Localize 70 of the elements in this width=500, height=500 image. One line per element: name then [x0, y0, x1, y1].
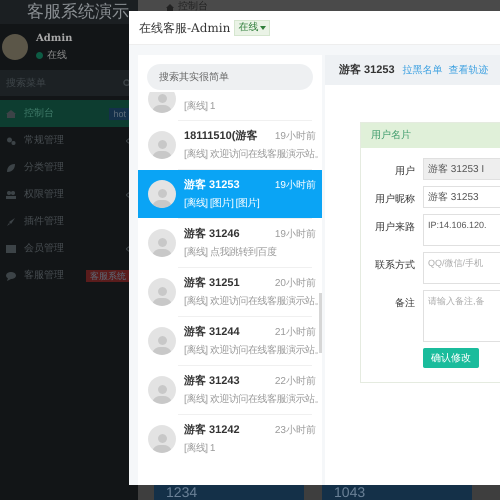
- app-title: 客服系统演示: [0, 0, 138, 24]
- detail-link[interactable]: 拉黑名单: [402, 62, 443, 78]
- visitor-name: 游客 31244: [184, 324, 240, 340]
- time-text: 19小时前: [274, 178, 316, 192]
- conversation-search-field[interactable]: 搜索其实很简单: [147, 64, 313, 90]
- gears-icon: [6, 136, 16, 146]
- scrollbar[interactable]: [319, 293, 322, 353]
- time-text: 19小时前: [274, 228, 316, 242]
- field-label: 备注: [394, 296, 415, 311]
- message-preview: [离线] 欢迎访问在线客服演示站。: [184, 148, 316, 162]
- menu-badge: hot: [109, 108, 130, 120]
- readonly-field[interactable]: 游客 31253 I: [423, 158, 500, 180]
- caret-icon: [260, 26, 266, 30]
- menu-item[interactable]: 权限管理: [0, 181, 138, 208]
- users-icon: [6, 190, 16, 200]
- menu-item[interactable]: 常规管理: [0, 127, 138, 154]
- confirm-button[interactable]: 确认修改: [423, 348, 479, 368]
- avatar-icon: [148, 131, 176, 159]
- text-area-field[interactable]: QQ/微信/手机: [423, 252, 500, 284]
- menu-item[interactable]: 插件管理: [0, 208, 138, 235]
- dialog-title: 在线客服-Admin: [139, 20, 230, 36]
- visitor-name: 游客 31253: [184, 178, 240, 193]
- menu-item[interactable]: 客服管理 客服系统: [0, 262, 138, 289]
- avatar-photo-placeholder: [2, 34, 28, 60]
- visitor-name: 游客 31253: [339, 62, 395, 78]
- time-text: 22小时前: [274, 374, 316, 388]
- message-preview: [离线] 1: [184, 442, 216, 456]
- time-text: 20小时前: [274, 276, 316, 290]
- note-field[interactable]: 请输入备注,备: [423, 290, 500, 342]
- chat-icon: [6, 270, 16, 280]
- conversation-item[interactable]: 游客 31253 19小时前 [离线] [图片] [图片]: [138, 170, 322, 218]
- avatar-icon: [148, 425, 176, 453]
- field-label: 联系方式: [374, 258, 415, 273]
- stat-number: 1043: [322, 485, 472, 500]
- leaf-icon: [6, 162, 16, 172]
- avatar-icon: [148, 376, 176, 404]
- message-preview: [离线] 欢迎访问在线客服演示站。: [184, 294, 316, 310]
- avatar-icon: [148, 92, 176, 113]
- field-label: 用户来路: [374, 220, 415, 235]
- time-text: 23小时前: [274, 424, 316, 438]
- avatar-icon: [148, 229, 176, 257]
- field-label: 用户昵称: [374, 192, 415, 207]
- avatar-icon: [148, 327, 176, 355]
- message-preview: [离线] 1: [184, 100, 216, 114]
- message-preview: [离线] 欢迎访问在线客服演示站。: [184, 392, 316, 408]
- status-dropdown[interactable]: 在线: [234, 20, 270, 36]
- detail-link[interactable]: 查看轨迹: [448, 62, 489, 78]
- message-preview: [离线] [图片] [图片]: [184, 196, 260, 212]
- text-area-field[interactable]: IP:14.106.120.: [423, 214, 500, 246]
- stat-number: 1234: [154, 485, 304, 500]
- card-title: 用户名片: [361, 123, 500, 148]
- visitor-name: 游客 31246: [184, 226, 240, 242]
- message-preview: [离线] 欢迎访问在线客服演示站。: [184, 344, 316, 358]
- visitor-name: 18111510(游客: [184, 128, 258, 144]
- visitor-name: 游客 31243: [184, 374, 240, 389]
- avatar-icon: [148, 278, 176, 306]
- home-icon: [6, 108, 16, 118]
- user-status: 在线: [47, 48, 67, 63]
- avatar-icon: [148, 180, 176, 208]
- message-preview: [离线] 点我跳转到百度: [184, 246, 278, 260]
- time-text: 19小时前: [274, 130, 316, 144]
- user-name: Admin: [36, 32, 72, 46]
- visitor-name: 游客 31251: [184, 276, 240, 291]
- field-label: 用户: [394, 164, 415, 179]
- nickname-field[interactable]: 游客 31253: [423, 186, 500, 208]
- time-text: 21小时前: [274, 326, 316, 340]
- menu-item[interactable]: 分类管理: [0, 154, 138, 181]
- menu-item[interactable]: 会员管理: [0, 235, 138, 262]
- menu-badge: 客服系统: [86, 270, 130, 282]
- visitor-name: 游客 31242: [184, 422, 240, 438]
